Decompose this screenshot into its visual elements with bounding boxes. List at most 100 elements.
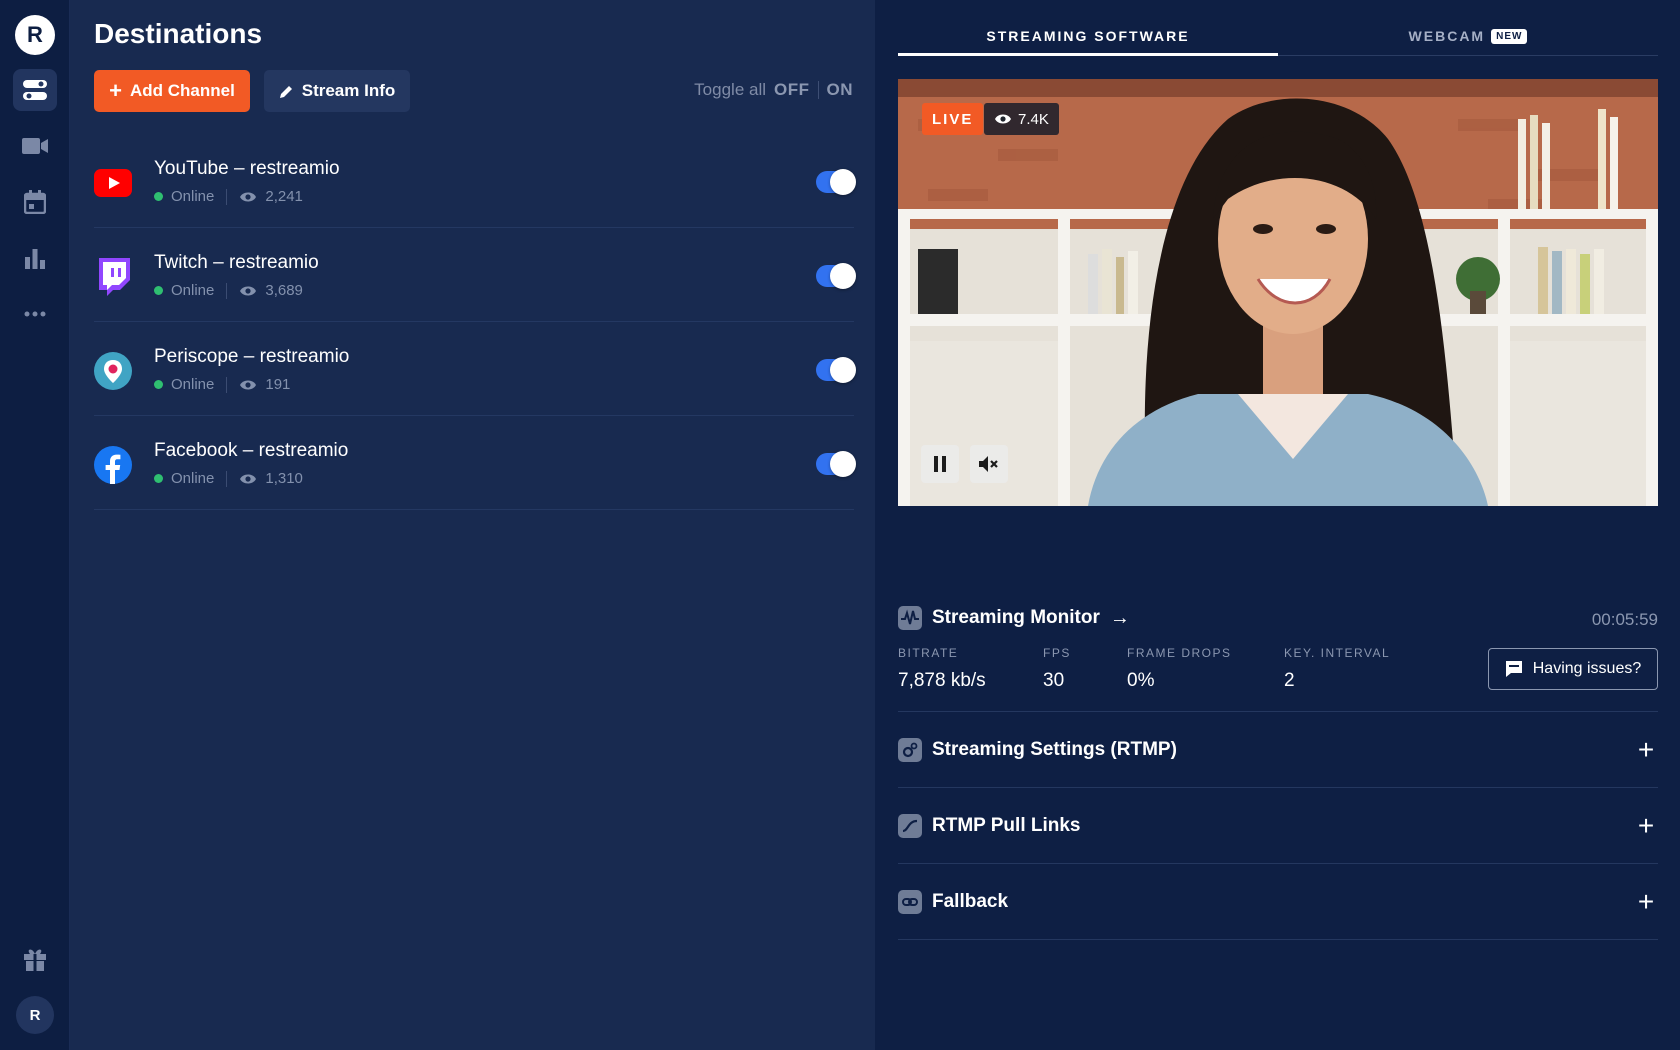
tab-streaming-software[interactable]: STREAMING SOFTWARE: [898, 18, 1278, 56]
divider: [898, 939, 1658, 940]
nav-video-button[interactable]: [13, 125, 57, 167]
toggles-icon: [23, 80, 47, 100]
frame-drops-metric: FRAME DROPS 0%: [1127, 646, 1232, 692]
tab-webcam[interactable]: WEBCAM NEW: [1278, 18, 1658, 55]
streaming-monitor-link[interactable]: Streaming Monitor →: [898, 606, 1130, 630]
channel-row-facebook: Facebook – restreamio Online 1,310: [94, 416, 856, 510]
gift-icon: [24, 949, 46, 971]
channel-meta: Online 2,241: [154, 188, 303, 205]
add-channel-label: Add Channel: [130, 81, 235, 100]
having-issues-button[interactable]: Having issues?: [1488, 648, 1658, 690]
channel-toggle[interactable]: [816, 451, 856, 477]
muted-speaker-icon: [979, 456, 998, 472]
channel-meta: Online 3,689: [154, 282, 303, 299]
chain-link-icon: [898, 890, 922, 914]
accordion-title: Streaming Settings (RTMP): [932, 739, 1177, 760]
facebook-icon: [94, 446, 132, 484]
metric-label: FRAME DROPS: [1127, 646, 1232, 660]
channel-row-periscope: Periscope – restreamio Online 191: [94, 322, 856, 416]
eye-icon: [240, 380, 257, 389]
channel-row-twitch: Twitch – restreamio Online 3,689: [94, 228, 856, 322]
channel-toggle[interactable]: [816, 263, 856, 289]
gift-button[interactable]: [13, 938, 57, 980]
nav-calendar-button[interactable]: [13, 181, 57, 223]
user-avatar[interactable]: R: [16, 996, 54, 1034]
tab-label: STREAMING SOFTWARE: [986, 28, 1190, 44]
eye-icon: [240, 286, 257, 295]
stream-timer: 00:05:59: [1591, 610, 1658, 629]
mute-button[interactable]: [970, 445, 1008, 483]
channel-row-youtube: YouTube – restreamio Online 2,241: [94, 134, 856, 228]
bar-chart-icon: [25, 249, 45, 269]
accordion-title: RTMP Pull Links: [932, 815, 1081, 836]
channel-meta: Online 1,310: [154, 470, 303, 487]
waveform-icon: [898, 606, 922, 630]
stream-info-label: Stream Info: [301, 81, 396, 100]
key-interval-metric: KEY. INTERVAL 2: [1284, 646, 1390, 692]
channel-name: YouTube – restreamio: [154, 158, 340, 179]
stream-preview[interactable]: LIVE 7.4K: [898, 79, 1658, 506]
toggle-all: Toggle all OFF ON: [694, 80, 853, 100]
curve-link-icon: [898, 814, 922, 838]
online-status-dot: [154, 380, 163, 389]
divider: [226, 282, 228, 299]
channel-name: Twitch – restreamio: [154, 252, 319, 273]
metric-value: 2: [1284, 670, 1295, 691]
metric-label: KEY. INTERVAL: [1284, 646, 1391, 660]
bitrate-metric: BITRATE 7,878 kb/s: [898, 646, 986, 692]
metric-label: FPS: [1043, 646, 1071, 660]
toggle-all-label: Toggle all: [694, 80, 766, 99]
eye-icon: [240, 192, 257, 201]
metric-value: 30: [1043, 670, 1065, 691]
accordion-rtmp-settings[interactable]: Streaming Settings (RTMP) +: [898, 712, 1658, 788]
eye-icon: [240, 474, 257, 483]
twitch-icon: [94, 258, 132, 296]
calendar-icon: [24, 190, 46, 214]
streaming-monitor-title: Streaming Monitor: [932, 607, 1100, 628]
nav-destinations-button[interactable]: [13, 69, 57, 111]
divider: [817, 81, 819, 99]
video-camera-icon: [22, 138, 48, 154]
accordion-fallback[interactable]: Fallback +: [898, 864, 1658, 940]
more-dots-icon: [24, 311, 46, 317]
online-status-dot: [154, 286, 163, 295]
metric-label: BITRATE: [898, 646, 959, 660]
toggle-all-on[interactable]: ON: [827, 80, 854, 100]
divider: [226, 376, 228, 393]
live-viewers-badge: 7.4K: [984, 103, 1059, 135]
pause-button[interactable]: [921, 445, 959, 483]
online-status-dot: [154, 192, 163, 201]
destinations-panel: Destinations + Add Channel Stream Info T…: [70, 0, 875, 1050]
channel-toggle[interactable]: [816, 169, 856, 195]
plus-icon: +: [1637, 810, 1655, 841]
channel-status: Online: [171, 188, 215, 205]
channel-toggle[interactable]: [816, 357, 856, 383]
channel-viewers: 1,310: [265, 470, 303, 487]
restream-logo[interactable]: R: [15, 15, 55, 55]
channel-status: Online: [171, 470, 215, 487]
divider: [226, 470, 228, 487]
accordion-pull-links[interactable]: RTMP Pull Links +: [898, 788, 1658, 864]
channel-list: YouTube – restreamio Online 2,241 Twitch…: [94, 134, 856, 510]
add-channel-button[interactable]: + Add Channel: [94, 70, 250, 112]
left-rail: R R: [0, 0, 70, 1050]
video-frame-image: [898, 79, 1658, 506]
nav-analytics-button[interactable]: [13, 237, 57, 279]
youtube-icon: [94, 164, 132, 202]
plus-icon: +: [1637, 734, 1655, 765]
page-title: Destinations: [94, 18, 263, 49]
channel-status: Online: [171, 282, 215, 299]
accordion-title: Fallback: [932, 891, 1009, 912]
live-badge: LIVE: [922, 103, 984, 135]
eye-icon: [995, 114, 1011, 124]
toggle-all-off[interactable]: OFF: [774, 80, 810, 100]
nav-more-button[interactable]: [13, 293, 57, 335]
stream-panel: STREAMING SOFTWARE WEBCAM NEW LIVE 7.4K …: [875, 0, 1680, 1050]
online-status-dot: [154, 474, 163, 483]
channel-viewers: 3,689: [265, 282, 303, 299]
fps-metric: FPS 30: [1043, 646, 1071, 692]
channel-status: Online: [171, 376, 215, 393]
stream-info-button[interactable]: Stream Info: [264, 70, 410, 112]
channel-viewers: 2,241: [265, 188, 303, 205]
tab-label: WEBCAM: [1408, 28, 1486, 44]
